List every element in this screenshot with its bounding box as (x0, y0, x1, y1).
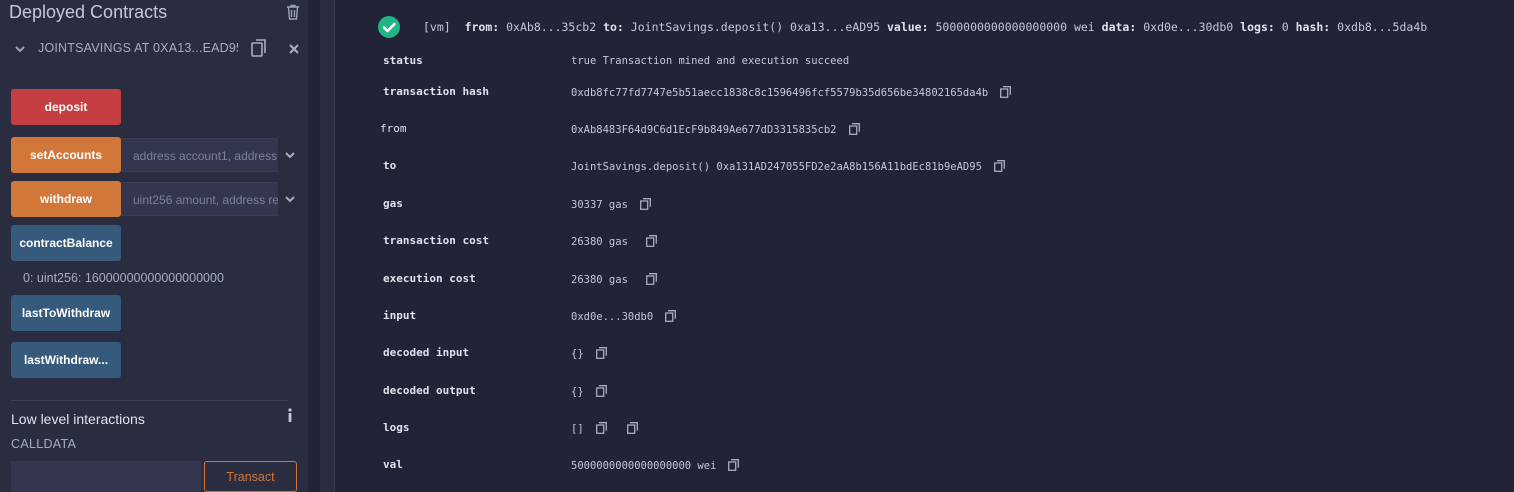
copy-icon[interactable] (595, 422, 607, 434)
left-panel-scrollbar[interactable] (308, 0, 320, 492)
withdraw-button[interactable]: withdraw (11, 181, 121, 217)
summary-to-key: to: (603, 20, 624, 34)
transaction-cost-label: transaction cost (383, 234, 489, 247)
success-check-icon (378, 16, 400, 38)
contract-balance-button[interactable]: contractBalance (11, 225, 121, 261)
contract-instance-header[interactable]: JOINTSAVINGS AT 0XA13...EAD95 ( (0, 36, 308, 62)
input-label: input (383, 309, 417, 322)
panel-title: Deployed Contracts (9, 2, 168, 22)
val-value: 5000000000000000000 wei (571, 459, 740, 472)
copy-icon[interactable] (645, 235, 657, 247)
copy-icon[interactable] (665, 310, 677, 322)
execution-cost-label: execution cost (383, 272, 476, 285)
divider (11, 400, 288, 401)
copy-icon[interactable] (626, 422, 638, 434)
decoded-output-label: decoded output (383, 384, 476, 397)
copy-icon[interactable] (993, 160, 1005, 172)
vm-tag: [vm] (423, 20, 451, 34)
low-level-interactions-title: Low level interactions (11, 411, 145, 427)
execution-cost-value: 26380 gas (571, 273, 657, 286)
transaction-hash-label: transaction hash (383, 85, 489, 98)
calldata-label: CALLDATA (11, 437, 77, 451)
gas-value: 30337 gas (571, 198, 651, 211)
last-to-withdraw-button[interactable]: lastToWithdraw (11, 295, 121, 331)
copy-icon[interactable] (728, 459, 740, 471)
val-label: val (383, 458, 403, 471)
chevron-down-icon[interactable] (284, 148, 296, 160)
summary-to-value: JointSavings.deposit() 0xa13...eAD95 (630, 20, 881, 34)
chevron-down-icon[interactable] (284, 192, 296, 204)
to-label: to (383, 159, 397, 172)
contract-balance-output: 0: uint256: 16000000000000000000 (23, 271, 224, 285)
summary-value-value: 5000000000000000000 wei (935, 20, 1095, 34)
set-accounts-button[interactable]: setAccounts (11, 137, 121, 173)
copy-icon[interactable] (645, 273, 657, 285)
summary-logs-value: 0 (1281, 20, 1289, 34)
trash-icon[interactable] (286, 4, 300, 20)
summary-from-value: 0xAb8...35cb2 (506, 20, 597, 34)
summary-hash-key: hash: (1295, 20, 1331, 34)
decoded-input-label: decoded input (383, 346, 470, 359)
summary-value-key: value: (886, 20, 929, 34)
transaction-summary[interactable]: [vm] from: 0xAb8...35cb2 to: JointSaving… (423, 20, 1427, 34)
transact-button[interactable]: Transact (204, 461, 297, 492)
input-value: 0xd0e...30db0 (571, 310, 677, 323)
close-icon[interactable] (288, 42, 300, 54)
copy-icon[interactable] (1000, 86, 1012, 98)
deployed-contracts-panel: Deployed Contracts JOINTSAVINGS AT 0XA13… (0, 0, 308, 492)
contract-name: JOINTSAVINGS AT 0XA13...EAD95 ( (38, 41, 238, 55)
to-value: JointSavings.deposit() 0xa131AD247055FD2… (571, 160, 1005, 173)
gas-label: gas (383, 197, 403, 210)
summary-hash-value: 0xdb8...5da4b (1337, 20, 1428, 34)
summary-logs-key: logs: (1240, 20, 1275, 34)
from-value: 0xAb8483F64d9C6d1EcF9b849Ae677dD3315835c… (571, 123, 860, 136)
info-icon[interactable] (286, 408, 294, 422)
summary-data-key: data: (1101, 20, 1137, 34)
set-accounts-params-input[interactable]: address account1, address (121, 138, 278, 172)
summary-data-value: 0xd0e...30db0 (1143, 20, 1234, 34)
transaction-cost-value: 26380 gas (571, 235, 657, 248)
copy-icon[interactable] (848, 123, 860, 135)
status-label: status (383, 54, 423, 67)
summary-from-key: from: (464, 20, 500, 34)
copy-address-icon[interactable] (251, 39, 267, 57)
last-withdraw-amount-button[interactable]: lastWithdraw... (11, 342, 121, 378)
terminal-panel: [vm] from: 0xAb8...35cb2 to: JointSaving… (335, 0, 1514, 492)
copy-icon[interactable] (639, 198, 651, 210)
decoded-input-value: {} (571, 347, 607, 360)
logs-value: [] (571, 422, 638, 435)
chevron-down-icon[interactable] (14, 42, 26, 54)
calldata-input[interactable] (11, 461, 201, 492)
copy-icon[interactable] (595, 347, 607, 359)
copy-icon[interactable] (595, 385, 607, 397)
logs-label: logs (383, 421, 410, 434)
panel-divider[interactable] (320, 0, 334, 492)
transaction-hash-value: 0xdb8fc77fd7747e5b51aecc1838c8c1596496fc… (571, 86, 1012, 99)
withdraw-params-input[interactable]: uint256 amount, address re (121, 182, 278, 216)
deposit-button[interactable]: deposit (11, 89, 121, 125)
decoded-output-value: {} (571, 385, 607, 398)
status-value: true Transaction mined and execution suc… (571, 55, 850, 67)
from-label: from (380, 122, 407, 135)
